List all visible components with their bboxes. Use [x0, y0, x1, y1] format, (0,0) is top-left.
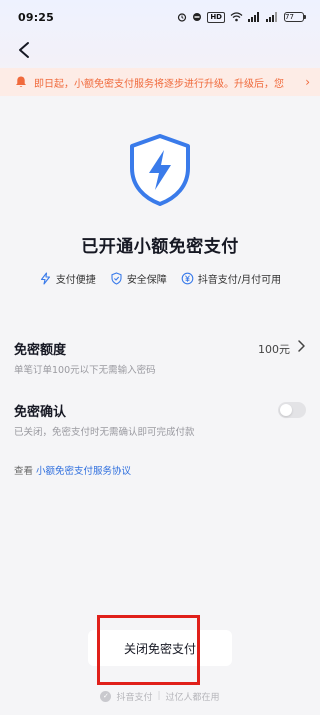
- feature-label: 抖音支付/月付可用: [197, 274, 282, 286]
- limit-label: 免密额度: [14, 343, 67, 358]
- shield-lightning-icon: [130, 134, 190, 206]
- status-bar: 09:25 HD 77: [0, 0, 320, 34]
- douyin-pay-logo-icon: ✓: [100, 690, 112, 702]
- page-title: 已开通小额免密支付: [81, 237, 239, 257]
- wifi-icon: [230, 12, 243, 22]
- notice-banner[interactable]: 即日起，小额免密支付服务将逐步进行升级。升级后，您 ›: [0, 68, 320, 96]
- footer-separator: |: [157, 691, 161, 701]
- feature-list: 支付便捷 安全保障 抖音支付/月付可用: [0, 268, 320, 288]
- notice-arrow-icon: ›: [305, 75, 310, 89]
- battery-icon: 77: [284, 12, 306, 22]
- signal-icon-2: [266, 12, 279, 22]
- agreement-prefix: 查看: [14, 466, 34, 477]
- yuan-icon: [181, 272, 194, 284]
- dnd-icon: [192, 12, 202, 22]
- footer: ✓ 抖音支付 | 过亿人都在用: [0, 688, 320, 704]
- confirm-toggle[interactable]: [278, 402, 306, 418]
- feature-item: 抖音支付/月付可用: [181, 271, 281, 286]
- back-button[interactable]: [12, 38, 36, 62]
- toggle-knob: [280, 404, 292, 416]
- footer-brand: 抖音支付: [116, 692, 153, 703]
- feature-item: 支付便捷: [39, 271, 96, 286]
- status-time: 09:25: [18, 10, 55, 24]
- feature-label: 安全保障: [126, 274, 167, 286]
- chevron-left-icon: [19, 42, 29, 58]
- limit-description: 单笔订单100元以下无需输入密码: [14, 365, 156, 376]
- notice-text: 即日起，小额免密支付服务将逐步进行升级。升级后，您: [34, 78, 284, 90]
- footer-tagline: 过亿人都在用: [165, 692, 220, 703]
- lightning-icon: [40, 271, 50, 285]
- agreement-line: 查看 小额免密支付服务协议: [14, 463, 131, 477]
- chevron-right-icon[interactable]: [295, 339, 307, 353]
- signal-icon: [248, 12, 261, 22]
- hd-icon: HD: [207, 11, 225, 23]
- agreement-link[interactable]: 小额免密支付服务协议: [36, 466, 131, 477]
- bell-icon: [16, 76, 26, 87]
- shield-check-icon: [111, 271, 122, 285]
- alarm-icon: [177, 12, 187, 22]
- feature-item: 安全保障: [110, 271, 167, 286]
- limit-value[interactable]: 100元: [258, 341, 290, 357]
- status-icons: HD 77: [177, 11, 306, 23]
- confirm-description: 已关闭，免密支付时无需确认即可完成付款: [14, 427, 195, 438]
- close-no-password-button[interactable]: 关闭免密支付: [88, 630, 232, 666]
- confirm-label: 免密确认: [14, 405, 67, 420]
- feature-label: 支付便捷: [55, 274, 96, 286]
